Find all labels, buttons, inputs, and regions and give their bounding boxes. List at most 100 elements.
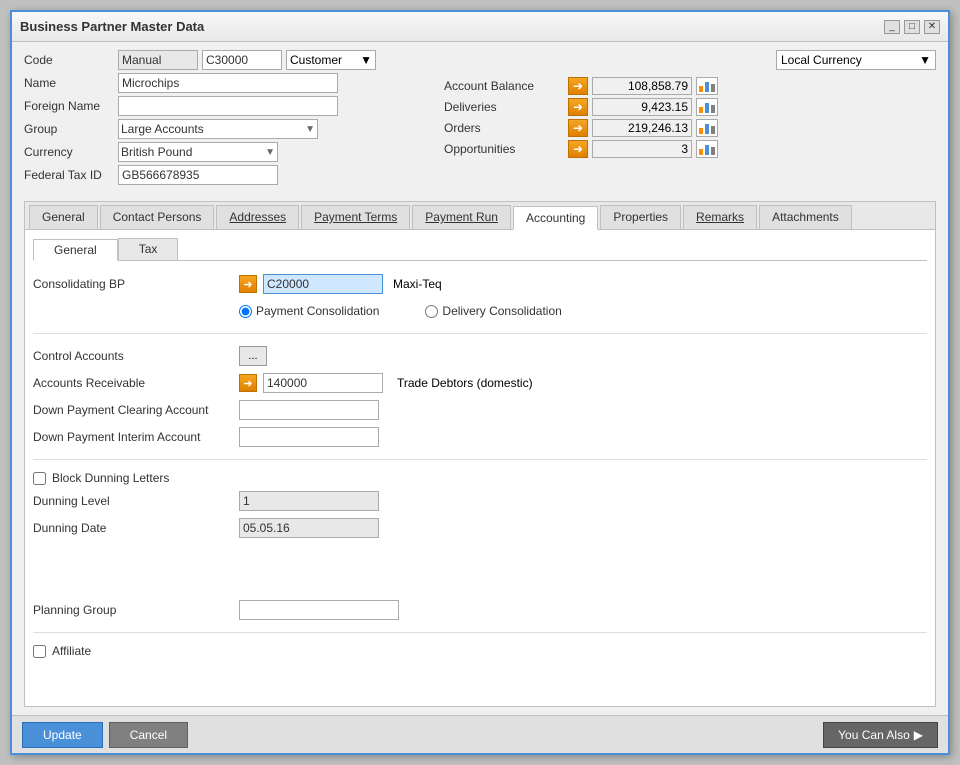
main-window: Business Partner Master Data _ □ ✕ Code … — [10, 10, 950, 755]
minimize-button[interactable]: _ — [884, 20, 900, 34]
deliveries-arrow-button[interactable]: ➜ — [568, 98, 588, 116]
inner-tabs-bar: General Tax — [33, 238, 927, 261]
consolidating-bp-input[interactable] — [263, 274, 383, 294]
federal-tax-row: Federal Tax ID — [24, 165, 404, 185]
deliveries-label: Deliveries — [444, 100, 564, 114]
currency-value: British Pound — [121, 145, 192, 159]
cancel-button[interactable]: Cancel — [109, 722, 188, 748]
chart-bar-blue — [705, 82, 709, 92]
control-accounts-button[interactable]: ... — [239, 346, 267, 366]
opportunities-row: Opportunities ➜ 3 — [444, 140, 936, 158]
code-id-input[interactable] — [202, 50, 282, 70]
left-fields: Code Customer ▼ Name Foreign Name — [24, 50, 404, 185]
down-payment-clearing-input[interactable] — [239, 400, 379, 420]
block-dunning-checkbox[interactable] — [33, 472, 46, 485]
affiliate-checkbox[interactable] — [33, 645, 46, 658]
window-title: Business Partner Master Data — [20, 19, 204, 34]
bp-type-arrow-icon: ▼ — [360, 53, 372, 67]
tab-payment-terms[interactable]: Payment Terms — [301, 205, 410, 229]
currency-arrow-icon: ▼ — [265, 147, 275, 158]
accounts-receivable-input[interactable] — [263, 373, 383, 393]
dunning-level-label: Dunning Level — [33, 494, 233, 508]
tab-attachments[interactable]: Attachments — [759, 205, 852, 229]
delivery-consolidation-label: Delivery Consolidation — [442, 304, 561, 318]
federal-tax-input[interactable] — [118, 165, 278, 185]
right-fields: Local Currency ▼ Account Balance ➜ 108,8… — [424, 50, 936, 185]
accounts-receivable-name: Trade Debtors (domestic) — [397, 376, 533, 390]
group-select[interactable]: Large Accounts ▼ — [118, 119, 318, 139]
you-can-also-arrow-icon: ▶ — [914, 728, 923, 742]
tab-contact-persons[interactable]: Contact Persons — [100, 205, 215, 229]
spacer-area — [33, 544, 927, 594]
you-can-also-button[interactable]: You Can Also ▶ — [823, 722, 938, 748]
chart-bar-orange — [699, 107, 703, 113]
bp-type-select[interactable]: Customer ▼ — [286, 50, 376, 70]
accounts-receivable-label: Accounts Receivable — [33, 376, 233, 390]
orders-row: Orders ➜ 219,246.13 — [444, 119, 936, 137]
consolidating-bp-label: Consolidating BP — [33, 277, 233, 291]
foreign-name-input[interactable] — [118, 96, 338, 116]
chart-bar-gray — [711, 126, 715, 134]
account-balance-arrow-icon: ➜ — [573, 79, 583, 93]
divider-2 — [33, 459, 927, 460]
you-can-also-label: You Can Also — [838, 728, 910, 742]
maximize-button[interactable]: □ — [904, 20, 920, 34]
deliveries-chart-icon[interactable] — [696, 98, 718, 116]
currency-label: Currency — [24, 145, 114, 159]
tab-remarks[interactable]: Remarks — [683, 205, 757, 229]
local-currency-select[interactable]: Local Currency ▼ — [776, 50, 936, 70]
update-button[interactable]: Update — [22, 722, 103, 748]
down-payment-interim-row: Down Payment Interim Account — [33, 426, 927, 448]
orders-arrow-button[interactable]: ➜ — [568, 119, 588, 137]
divider-3 — [33, 632, 927, 633]
affiliate-row: Affiliate — [33, 644, 927, 658]
foreign-name-row: Foreign Name — [24, 96, 404, 116]
code-label: Code — [24, 53, 114, 67]
account-balance-arrow-button[interactable]: ➜ — [568, 77, 588, 95]
currency-select[interactable]: British Pound ▼ — [118, 142, 278, 162]
deliveries-arrow-icon: ➜ — [573, 100, 583, 114]
payment-consolidation-radio-input[interactable] — [239, 305, 252, 318]
account-balance-chart-icon[interactable] — [696, 77, 718, 95]
consolidating-bp-row: Consolidating BP ➜ Maxi-Teq — [33, 273, 927, 295]
opportunities-arrow-button[interactable]: ➜ — [568, 140, 588, 158]
chart-bar-gray — [711, 84, 715, 92]
federal-tax-label: Federal Tax ID — [24, 168, 114, 182]
local-currency-arrow-icon: ▼ — [919, 53, 931, 67]
consolidation-row: Payment Consolidation Delivery Consolida… — [33, 300, 927, 322]
tab-payment-run[interactable]: Payment Run — [412, 205, 511, 229]
name-input[interactable] — [118, 73, 338, 93]
outer-tabs-bar: General Contact Persons Addresses Paymen… — [25, 202, 935, 230]
dunning-date-input[interactable] — [239, 518, 379, 538]
tab-properties[interactable]: Properties — [600, 205, 681, 229]
planning-group-input[interactable] — [239, 600, 399, 620]
close-button[interactable]: ✕ — [924, 20, 940, 34]
down-payment-interim-input[interactable] — [239, 427, 379, 447]
tab-accounting[interactable]: Accounting — [513, 206, 598, 230]
orders-chart-icon[interactable] — [696, 119, 718, 137]
accounts-receivable-arrow-button[interactable]: ➜ — [239, 374, 257, 392]
deliveries-value: 9,423.15 — [592, 98, 692, 116]
opportunities-chart-icon[interactable] — [696, 140, 718, 158]
consolidating-bp-arrow-button[interactable]: ➜ — [239, 275, 257, 293]
account-balance-value: 108,858.79 — [592, 77, 692, 95]
delivery-consolidation-radio[interactable]: Delivery Consolidation — [425, 304, 561, 318]
chart-bar-blue — [705, 103, 709, 113]
dunning-level-input[interactable] — [239, 491, 379, 511]
control-accounts-label: Control Accounts — [33, 349, 233, 363]
consolidating-bp-name: Maxi-Teq — [393, 277, 442, 291]
inner-tab-general[interactable]: General — [33, 239, 118, 261]
title-bar: Business Partner Master Data _ □ ✕ — [12, 12, 948, 42]
chart-bar-blue — [705, 145, 709, 155]
currency-display-row: Local Currency ▼ — [444, 50, 936, 70]
dunning-date-label: Dunning Date — [33, 521, 233, 535]
orders-value: 219,246.13 — [592, 119, 692, 137]
tab-general[interactable]: General — [29, 205, 98, 229]
inner-tab-tax[interactable]: Tax — [118, 238, 179, 260]
tab-content: General Tax Consolidating BP ➜ Maxi-Teq — [25, 230, 935, 706]
tab-addresses[interactable]: Addresses — [216, 205, 299, 229]
group-row: Group Large Accounts ▼ — [24, 119, 404, 139]
code-manual-input[interactable] — [118, 50, 198, 70]
payment-consolidation-radio[interactable]: Payment Consolidation — [239, 304, 379, 318]
delivery-consolidation-radio-input[interactable] — [425, 305, 438, 318]
